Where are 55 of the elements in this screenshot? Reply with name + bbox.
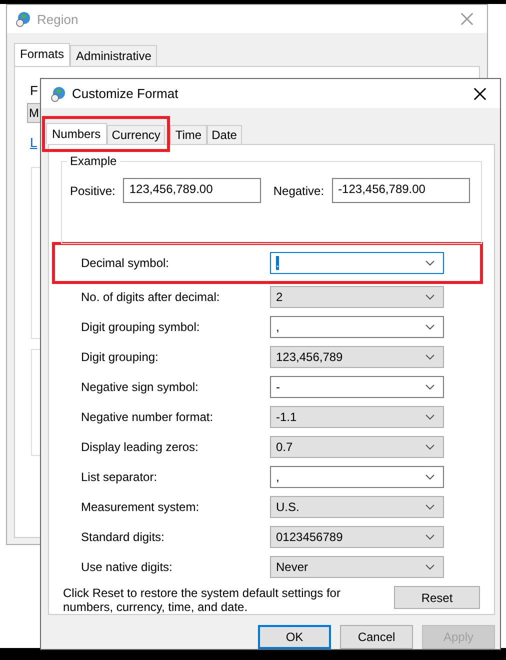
tab[interactable]: Date [206, 125, 242, 144]
chevron-down-icon [425, 260, 435, 266]
dropdown[interactable]: Never [270, 556, 444, 578]
setting-label: Use native digits: [81, 560, 174, 574]
field-label: Negative: [273, 184, 324, 198]
chevron-down-icon [425, 384, 435, 390]
setting-label: Negative sign symbol: [81, 380, 200, 394]
dropdown[interactable]: , [270, 316, 444, 338]
tab[interactable]: Formats [14, 43, 70, 66]
field-label: Positive: [70, 184, 116, 198]
dropdown[interactable]: -1.1 [270, 406, 444, 428]
dropdown[interactable]: , [270, 466, 444, 488]
reset-note: Click Reset to restore the system default settings for numbers, currency, time, and date. [63, 586, 342, 614]
chevron-down-icon [425, 444, 435, 450]
chevron-down-icon [425, 414, 435, 420]
dialog-button[interactable]: OK [258, 625, 331, 649]
tab[interactable]: Numbers [46, 123, 107, 144]
dropdown[interactable]: 123,456,789 [270, 346, 444, 368]
chevron-down-icon [425, 504, 435, 510]
globe-icon [15, 11, 31, 27]
setting-label: No. of digits after decimal: [81, 290, 221, 304]
reset-button[interactable]: Reset [394, 586, 480, 609]
dropdown[interactable]: 2 [270, 286, 444, 308]
output-field: -123,456,789.00 [332, 178, 470, 203]
dropdown[interactable]: . [270, 252, 444, 274]
tab[interactable]: Currency [106, 125, 166, 144]
chevron-down-icon [425, 564, 435, 570]
setting-label: Digit grouping symbol: [81, 320, 201, 334]
chevron-down-icon [425, 534, 435, 540]
setting-label: Display leading zeros: [81, 440, 200, 454]
tab[interactable]: Administrative [70, 45, 158, 66]
dropdown[interactable]: 0123456789 [270, 526, 444, 548]
group-title: Example [67, 154, 120, 168]
setting-label: Negative number format: [81, 410, 214, 424]
chevron-down-icon [425, 324, 435, 330]
link[interactable]: L [30, 135, 38, 150]
dropdown[interactable]: - [270, 376, 444, 398]
chevron-down-icon [425, 474, 435, 480]
tab[interactable]: Time [170, 125, 207, 144]
setting-label: Digit grouping: [81, 350, 160, 364]
dropdown[interactable]: U.S. [270, 496, 444, 518]
chevron-down-icon [425, 294, 435, 300]
setting-label: List separator: [81, 470, 158, 484]
dropdown[interactable]: 0.7 [270, 436, 444, 458]
globe-icon [50, 86, 66, 102]
dialog-button[interactable]: Cancel [340, 625, 413, 649]
chevron-down-icon [425, 354, 435, 360]
field-label: F [30, 83, 38, 98]
window-title: Customize Format [72, 86, 180, 101]
dropdown[interactable]: M [27, 103, 41, 123]
setting-label: Measurement system: [81, 500, 200, 514]
output-field: 123,456,789.00 [123, 178, 262, 203]
window-title: Region [37, 12, 80, 26]
setting-label: Standard digits: [81, 530, 166, 544]
setting-label: Decimal symbol: [81, 256, 170, 270]
